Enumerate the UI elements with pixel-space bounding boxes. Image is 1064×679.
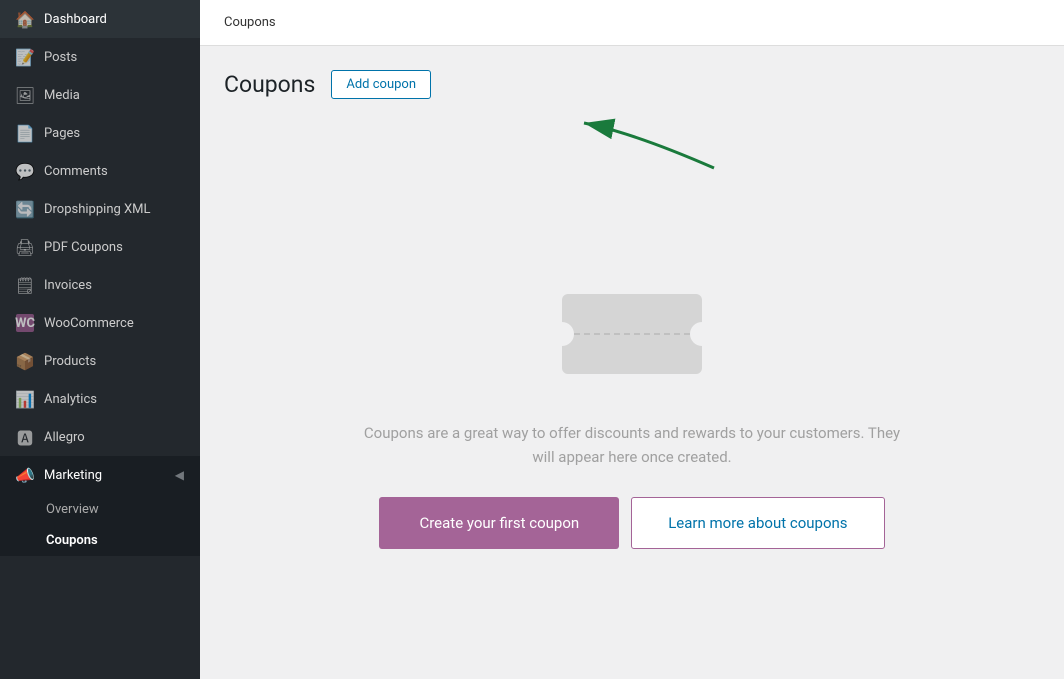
page-header: Coupons Add coupon xyxy=(224,70,1040,99)
submenu-item-label: Overview xyxy=(46,502,99,517)
sidebar-item-label: Pages xyxy=(44,126,80,141)
content-area: Coupons Add coupon Cou xyxy=(200,46,1064,679)
sidebar-item-posts[interactable]: 📝 Posts xyxy=(0,38,200,76)
learn-more-button[interactable]: Learn more about coupons xyxy=(631,497,884,549)
dashboard-icon: 🏠 xyxy=(16,10,34,28)
allegro-icon: 🅰 xyxy=(16,428,34,446)
marketing-submenu: Overview Coupons xyxy=(0,494,200,556)
sidebar-item-label: PDF Coupons xyxy=(44,240,123,255)
empty-state: Coupons are a great way to offer discoun… xyxy=(224,173,1040,655)
products-icon: 📦 xyxy=(16,352,34,370)
sidebar-item-dashboard[interactable]: 🏠 Dashboard xyxy=(0,0,200,38)
sidebar-item-label: Dropshipping XML xyxy=(44,202,151,217)
coupon-illustration xyxy=(552,279,712,389)
dropshipping-icon: 🔄 xyxy=(16,200,34,218)
sidebar-item-label: Analytics xyxy=(44,392,97,407)
sidebar-item-label: Dashboard xyxy=(44,12,107,27)
sidebar-item-media[interactable]: 🖼 Media xyxy=(0,76,200,114)
sidebar-item-allegro[interactable]: 🅰 Allegro xyxy=(0,418,200,456)
main-content: Coupons Coupons Add coupon xyxy=(200,0,1064,679)
create-coupon-button[interactable]: Create your first coupon xyxy=(379,497,619,549)
posts-icon: 📝 xyxy=(16,48,34,66)
arrow-annotation xyxy=(574,113,1040,173)
sidebar-item-label: Products xyxy=(44,354,96,369)
empty-state-actions: Create your first coupon Learn more abou… xyxy=(379,497,884,549)
topbar-title: Coupons xyxy=(224,15,276,30)
analytics-icon: 📊 xyxy=(16,390,34,408)
media-icon: 🖼 xyxy=(16,86,34,104)
topbar: Coupons xyxy=(200,0,1064,46)
sidebar-item-label: WooCommerce xyxy=(44,316,134,331)
arrow-svg xyxy=(574,113,734,173)
sidebar-item-pdf-coupons[interactable]: 🖨 PDF Coupons xyxy=(0,228,200,266)
sidebar-item-label: Invoices xyxy=(44,278,92,293)
sidebar-item-analytics[interactable]: 📊 Analytics xyxy=(0,380,200,418)
empty-state-description: Coupons are a great way to offer discoun… xyxy=(352,421,912,469)
pdf-coupons-icon: 🖨 xyxy=(16,238,34,256)
sidebar-item-label: Media xyxy=(44,88,80,103)
marketing-icon: 📣 xyxy=(16,466,34,484)
sidebar-item-comments[interactable]: 💬 Comments xyxy=(0,152,200,190)
sidebar-item-label: Marketing xyxy=(44,468,102,483)
sidebar-item-marketing[interactable]: 📣 Marketing ◀ xyxy=(0,456,200,494)
pages-icon: 📄 xyxy=(16,124,34,142)
sidebar-item-woocommerce[interactable]: WC WooCommerce xyxy=(0,304,200,342)
submenu-item-label: Coupons xyxy=(46,533,98,548)
woocommerce-icon: WC xyxy=(16,314,34,332)
submenu-item-coupons[interactable]: Coupons xyxy=(0,525,200,556)
sidebar-item-label: Allegro xyxy=(44,430,85,445)
sidebar-item-invoices[interactable]: 🗒 Invoices xyxy=(0,266,200,304)
chevron-right-icon: ◀ xyxy=(175,468,184,482)
sidebar-item-products[interactable]: 📦 Products xyxy=(0,342,200,380)
comments-icon: 💬 xyxy=(16,162,34,180)
page-title: Coupons xyxy=(224,71,315,98)
invoices-icon: 🗒 xyxy=(16,276,34,294)
sidebar-item-label: Comments xyxy=(44,164,108,179)
sidebar-item-pages[interactable]: 📄 Pages xyxy=(0,114,200,152)
sidebar: 🏠 Dashboard 📝 Posts 🖼 Media 📄 Pages 💬 Co… xyxy=(0,0,200,679)
submenu-item-overview[interactable]: Overview xyxy=(0,494,200,525)
sidebar-item-label: Posts xyxy=(44,50,77,65)
sidebar-item-dropshipping-xml[interactable]: 🔄 Dropshipping XML xyxy=(0,190,200,228)
add-coupon-button[interactable]: Add coupon xyxy=(331,70,431,99)
